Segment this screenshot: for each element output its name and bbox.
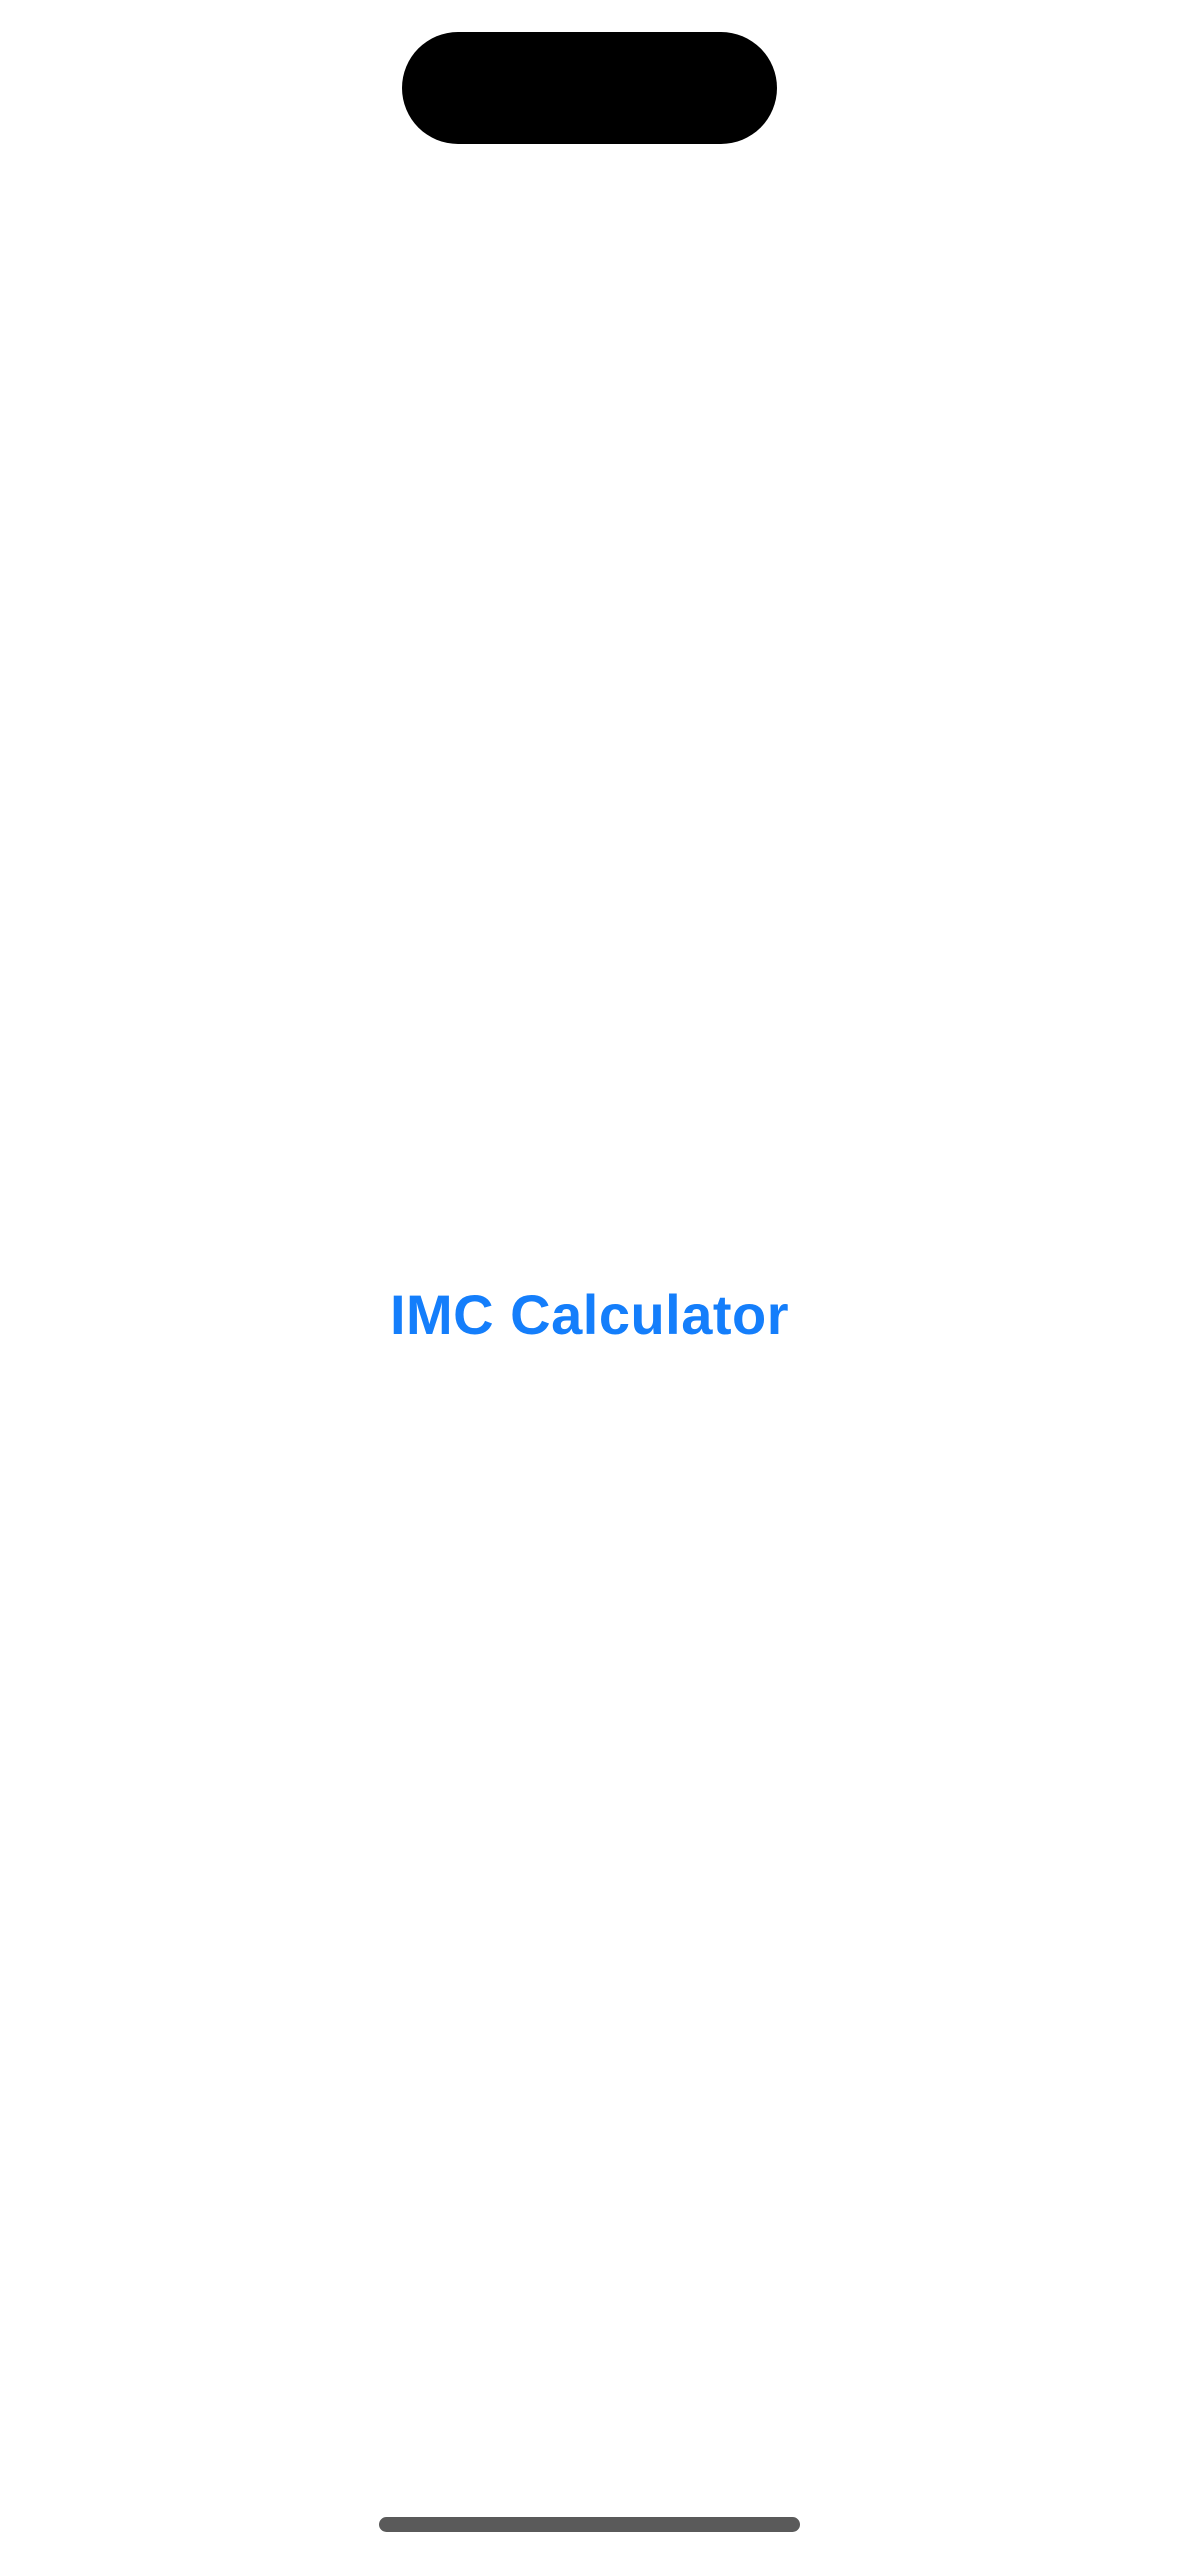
app-title: IMC Calculator [389, 1283, 790, 1346]
splash-screen: IMC Calculator [0, 0, 1179, 2556]
home-indicator[interactable] [379, 2517, 800, 2532]
dynamic-island [402, 32, 777, 144]
